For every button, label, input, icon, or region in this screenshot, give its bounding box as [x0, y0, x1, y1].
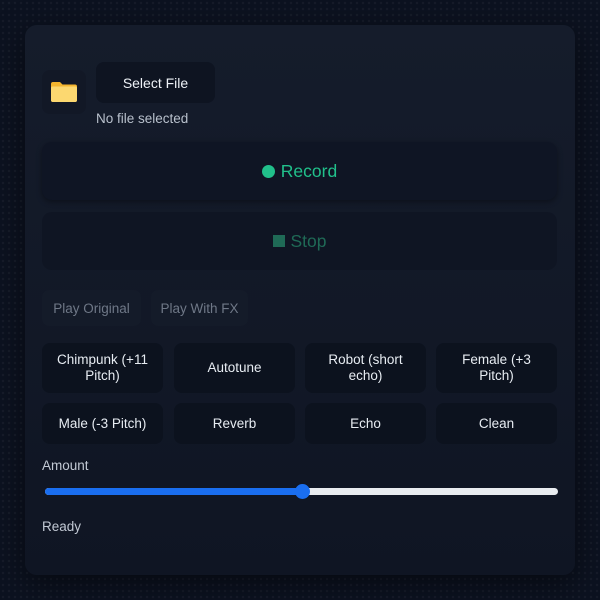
stop-label: Stop: [290, 230, 327, 251]
select-file-button[interactable]: Select File: [96, 62, 215, 103]
effect-male-button[interactable]: Male (-3 Pitch): [42, 403, 163, 444]
stop-button[interactable]: Stop: [42, 212, 557, 270]
effect-clean-button[interactable]: Clean: [436, 403, 557, 444]
effect-echo-button[interactable]: Echo: [305, 403, 426, 444]
effect-reverb-button[interactable]: Reverb: [174, 403, 295, 444]
amount-slider[interactable]: [42, 483, 561, 499]
file-status-text: No file selected: [96, 111, 189, 126]
amount-label: Amount: [42, 458, 89, 473]
amount-slider-fill: [45, 488, 302, 495]
effect-autotune-button[interactable]: Autotune: [174, 343, 295, 393]
record-dot-icon: [261, 164, 275, 178]
record-label: Record: [280, 160, 338, 181]
amount-slider-thumb[interactable]: [294, 484, 310, 499]
folder-tile[interactable]: [42, 70, 86, 114]
stop-square-icon: [272, 235, 285, 247]
effect-chipmunk-button[interactable]: Chimpunk (+11 Pitch): [42, 343, 163, 393]
record-button[interactable]: Record: [42, 142, 557, 200]
folder-icon: [51, 82, 77, 102]
effect-robot-button[interactable]: Robot (short echo): [305, 343, 426, 393]
play-original-button[interactable]: Play Original: [42, 290, 141, 326]
status-text: Ready: [42, 519, 82, 534]
play-with-fx-button[interactable]: Play With FX: [151, 290, 248, 326]
effect-female-button[interactable]: Female (+3 Pitch): [436, 343, 557, 393]
